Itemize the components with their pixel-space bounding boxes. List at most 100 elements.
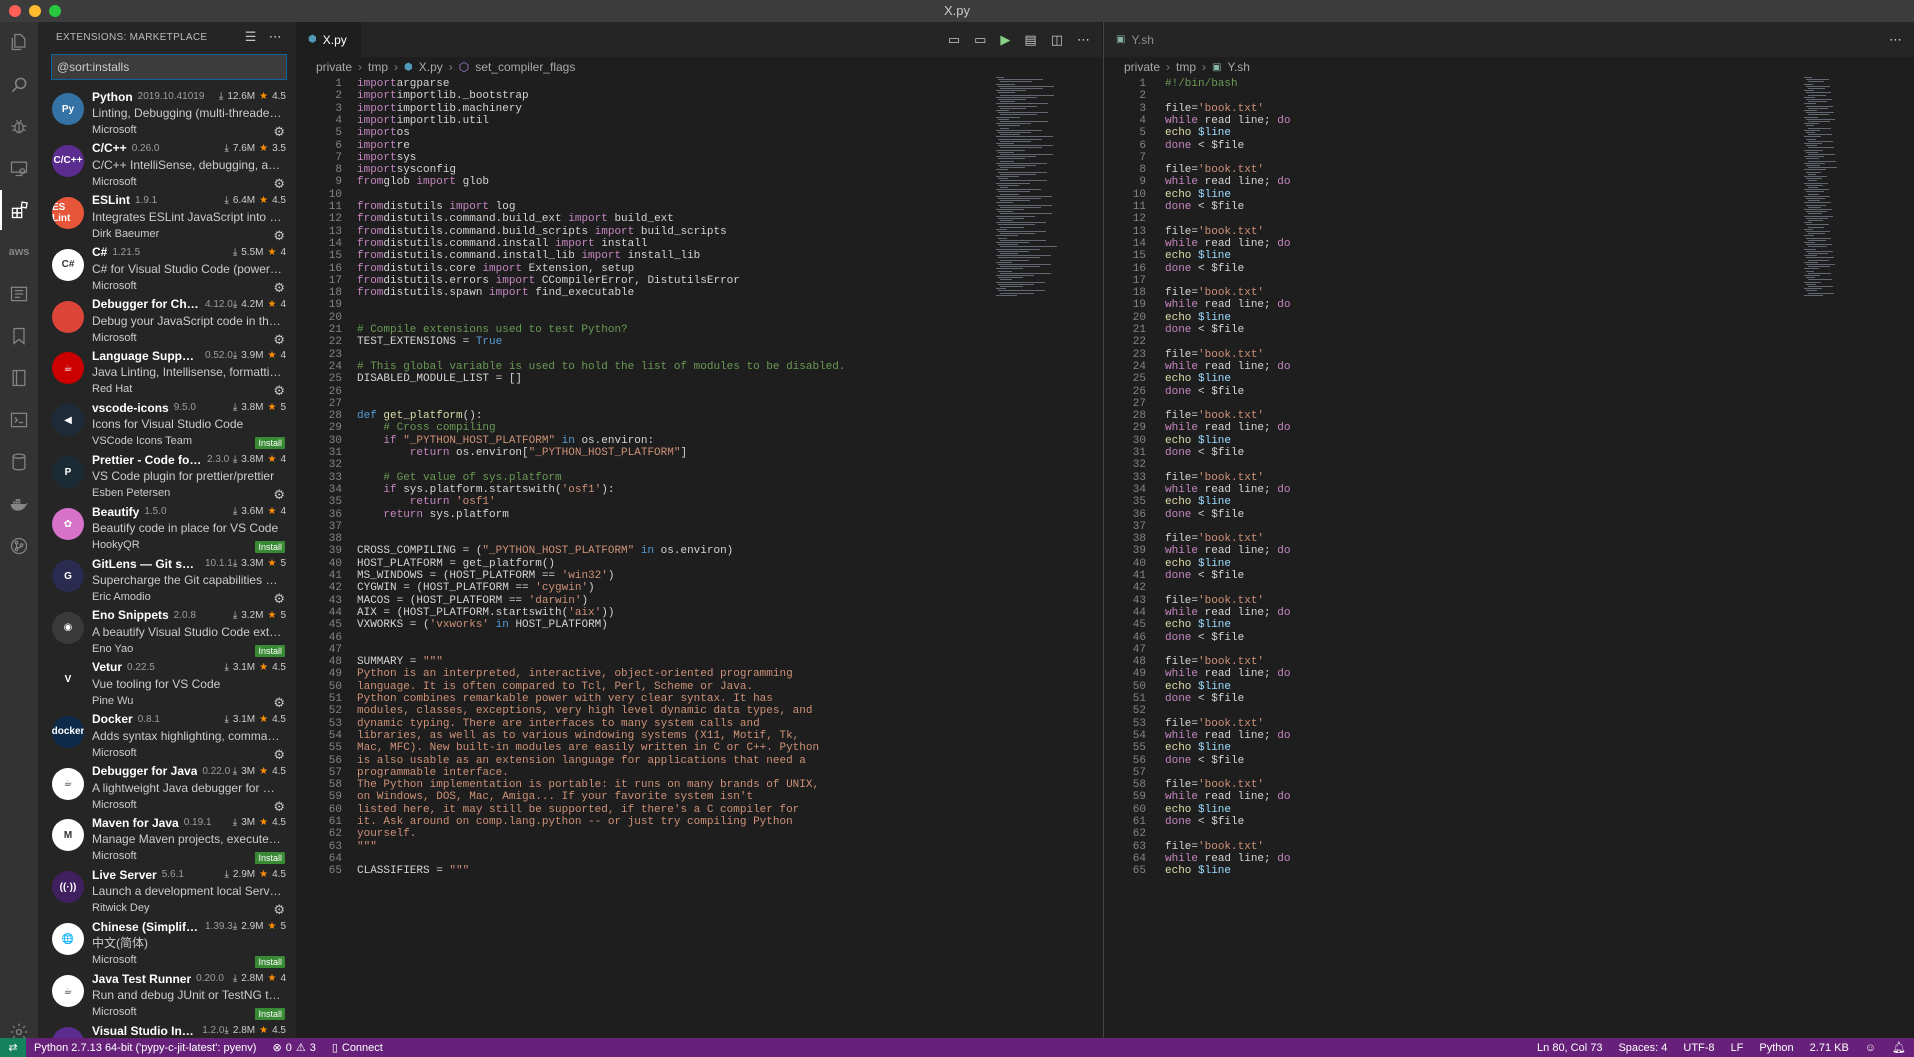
language-mode[interactable]: Python: [1751, 1041, 1801, 1054]
python-interpreter[interactable]: Python 2.7.13 64-bit ('pypy-c-jit-latest…: [26, 1042, 264, 1054]
extension-item[interactable]: ☕ Debugger for Java 0.22.0 ⤓ 3M ★ 4.5 A lightwe…: [38, 763, 296, 815]
install-button[interactable]: Install: [255, 644, 285, 657]
tab-x-py[interactable]: ⬢ X.py: [296, 22, 361, 57]
problems-indicator[interactable]: ⊗ 0 ⚠ 3: [264, 1041, 323, 1055]
source-control-icon[interactable]: [0, 526, 38, 566]
minimap-left[interactable]: [996, 77, 1076, 377]
install-button[interactable]: Install: [255, 541, 285, 554]
extensions-search-input[interactable]: [51, 54, 287, 80]
clear-extensions-icon[interactable]: ☰: [245, 29, 257, 45]
extension-item[interactable]: M Maven for Java 0.19.1 ⤓ 3M ★ 4.5 Manage Maven…: [38, 814, 296, 866]
connect-button[interactable]: ▯ Connect: [324, 1041, 391, 1055]
feedback-icon[interactable]: ☺: [1857, 1041, 1884, 1054]
search-icon[interactable]: [0, 65, 38, 105]
install-button[interactable]: Install: [255, 956, 285, 969]
extension-version: 0.22.5: [127, 661, 155, 673]
aws-icon[interactable]: aws: [0, 232, 38, 272]
extension-item[interactable]: ◀ vscode-icons 9.5.0 ⤓ 3.8M ★ 5 Icons for Visua…: [38, 399, 296, 451]
extension-publisher: Ritwick Dey: [92, 902, 150, 915]
breadcrumb-item[interactable]: Y.sh: [1228, 60, 1250, 74]
code-token: from: [357, 262, 384, 275]
extension-item[interactable]: ☕ Language Support... 0.52.0 ⤓ 3.9M ★ 4 Java Li…: [38, 347, 296, 399]
manage-gear-icon[interactable]: ⚙: [273, 487, 285, 503]
install-button[interactable]: Install: [255, 852, 285, 865]
extension-item[interactable]: C/C++ C/C++ 0.26.0 ⤓ 7.6M ★ 3.5 C/C++ IntelliSe…: [38, 140, 296, 192]
code-token: $line: [1191, 742, 1232, 755]
minimap-right[interactable]: [1804, 77, 1864, 357]
manage-gear-icon[interactable]: ⚙: [273, 124, 285, 140]
extension-item[interactable]: ES Lint ESLint 1.9.1 ⤓ 6.4M ★ 4.5 Integrates ES…: [38, 192, 296, 244]
open-changes-icon[interactable]: ▭: [948, 32, 960, 48]
end-of-line[interactable]: LF: [1723, 1041, 1752, 1054]
extension-item[interactable]: ☕ Java Test Runner 0.20.0 ⤓ 2.8M ★ 4 Run and de…: [38, 970, 296, 1022]
extension-stats: ⤓ 4.2M ★ 4: [233, 299, 296, 310]
terminal-icon[interactable]: [0, 400, 38, 440]
extension-item[interactable]: ((·)) Live Server 5.6.1 ⤓ 2.9M ★ 4.5 Launch a d…: [38, 866, 296, 918]
docker-icon[interactable]: [0, 484, 38, 524]
install-button[interactable]: Install: [255, 437, 285, 450]
extension-item[interactable]: ICVisual Studio Intell...1.2.0⤓2.8M★4.5A…: [38, 1022, 296, 1038]
remote-explorer-icon[interactable]: [0, 148, 38, 188]
install-button[interactable]: Install: [255, 1008, 285, 1021]
book-icon[interactable]: [0, 274, 38, 314]
extension-item[interactable]: G GitLens — Git supe... 10.1.1⤓3.3M★5 Super…: [38, 555, 296, 607]
extension-item[interactable]: V Vetur 0.22.5 ⤓ 3.1M ★ 4.5 Vue tooling for VS …: [38, 659, 296, 711]
more-actions-icon[interactable]: ⋯: [269, 29, 282, 45]
breadcrumb-item[interactable]: private: [1124, 60, 1160, 74]
manage-gear-icon[interactable]: ⚙: [273, 332, 285, 348]
minimap-line: [1808, 154, 1835, 155]
cursor-position[interactable]: Ln 80, Col 73: [1529, 1041, 1610, 1054]
more-actions-icon[interactable]: ⋯: [1889, 32, 1902, 48]
debug-icon[interactable]: [0, 106, 38, 146]
minimap-line: [1806, 165, 1820, 166]
breadcrumb-item[interactable]: tmp: [1176, 60, 1196, 74]
extension-stats: ⤓ 6.4M ★ 4.5: [224, 195, 296, 206]
manage-gear-icon[interactable]: ⚙: [273, 591, 285, 607]
encoding[interactable]: UTF-8: [1675, 1041, 1722, 1054]
code-line: return os.environ["_PYTHON_HOST_PLATFORM…: [357, 446, 687, 461]
split-editor-icon[interactable]: ◫: [1051, 32, 1063, 48]
manage-gear-icon[interactable]: ⚙: [273, 747, 285, 763]
code-token: import: [357, 114, 397, 127]
breadcrumb-item[interactable]: X.py: [419, 60, 443, 74]
breadcrumb-item[interactable]: set_compiler_flags: [475, 60, 575, 74]
extension-item[interactable]: P Prettier - Code for... 2.3.0 ⤓ 3.8M ★ 4 VS Co…: [38, 451, 296, 503]
breadcrumb-item[interactable]: tmp: [368, 60, 388, 74]
preview-icon[interactable]: ▭: [974, 32, 986, 48]
manage-gear-icon[interactable]: ⚙: [273, 902, 285, 918]
code-token: 'osf1': [456, 496, 496, 509]
extension-item[interactable]: Py Python 2019.10.41019 ⤓ 12.6M ★ 4.5 Linting, …: [38, 88, 296, 140]
extension-item[interactable]: C# C# 1.21.5 ⤓ 5.5M ★ 4 C# for Visual Studio Co…: [38, 244, 296, 296]
notebook-icon[interactable]: [0, 358, 38, 398]
extension-stats: ⤓ 3M ★ 4.5: [233, 766, 296, 777]
manage-gear-icon[interactable]: ⚙: [273, 695, 285, 711]
manage-gear-icon[interactable]: ⚙: [273, 176, 285, 192]
run-icon[interactable]: ▶: [1000, 32, 1010, 48]
database-icon[interactable]: [0, 442, 38, 482]
code-token: # Compile extensions used to test Python…: [357, 324, 628, 336]
notifications-icon[interactable]: 🔔︎: [1884, 1041, 1914, 1054]
manage-gear-icon[interactable]: ⚙: [273, 280, 285, 296]
window-maximize-button[interactable]: [49, 5, 61, 17]
extension-item[interactable]: ◉ Eno Snippets 2.0.8 ⤓ 3.2M ★ 5 A beautify Visu…: [38, 607, 296, 659]
extension-item[interactable]: 🌐 Chinese (Simplifie... 1.39.3 ⤓ 2.9M ★ 5 中文(简体…: [38, 918, 296, 970]
window-close-button[interactable]: [9, 5, 21, 17]
breadcrumb-item[interactable]: private: [316, 60, 352, 74]
remote-indicator[interactable]: ⇄: [0, 1038, 26, 1057]
extension-item[interactable]: ✿ Beautify 1.5.0 ⤓ 3.6M ★ 4 Beautify code in pl…: [38, 503, 296, 555]
extensions-icon[interactable]: [0, 190, 38, 230]
manage-gear-icon[interactable]: ⚙: [273, 383, 285, 399]
indentation[interactable]: Spaces: 4: [1610, 1041, 1675, 1054]
explorer-icon[interactable]: [0, 22, 38, 62]
extension-item[interactable]: Debugger for Chro... 4.12.0 ⤓ 4.2M ★ 4 Debug y…: [38, 296, 296, 348]
extension-name: Maven for Java: [92, 815, 179, 830]
extension-item[interactable]: docker Docker 0.8.1 ⤓ 3.1M ★ 4.5 Adds syntax hi…: [38, 711, 296, 763]
window-minimize-button[interactable]: [29, 5, 41, 17]
manage-gear-icon[interactable]: ⚙: [273, 799, 285, 815]
code-token: $line: [1191, 619, 1232, 632]
more-actions-icon[interactable]: ⋯: [1077, 32, 1090, 48]
bookmark-icon[interactable]: [0, 316, 38, 356]
tab-y-sh[interactable]: ▣ Y.sh: [1104, 22, 1168, 57]
manage-gear-icon[interactable]: ⚙: [273, 228, 285, 244]
notebook-run-icon[interactable]: ▤: [1024, 32, 1036, 48]
